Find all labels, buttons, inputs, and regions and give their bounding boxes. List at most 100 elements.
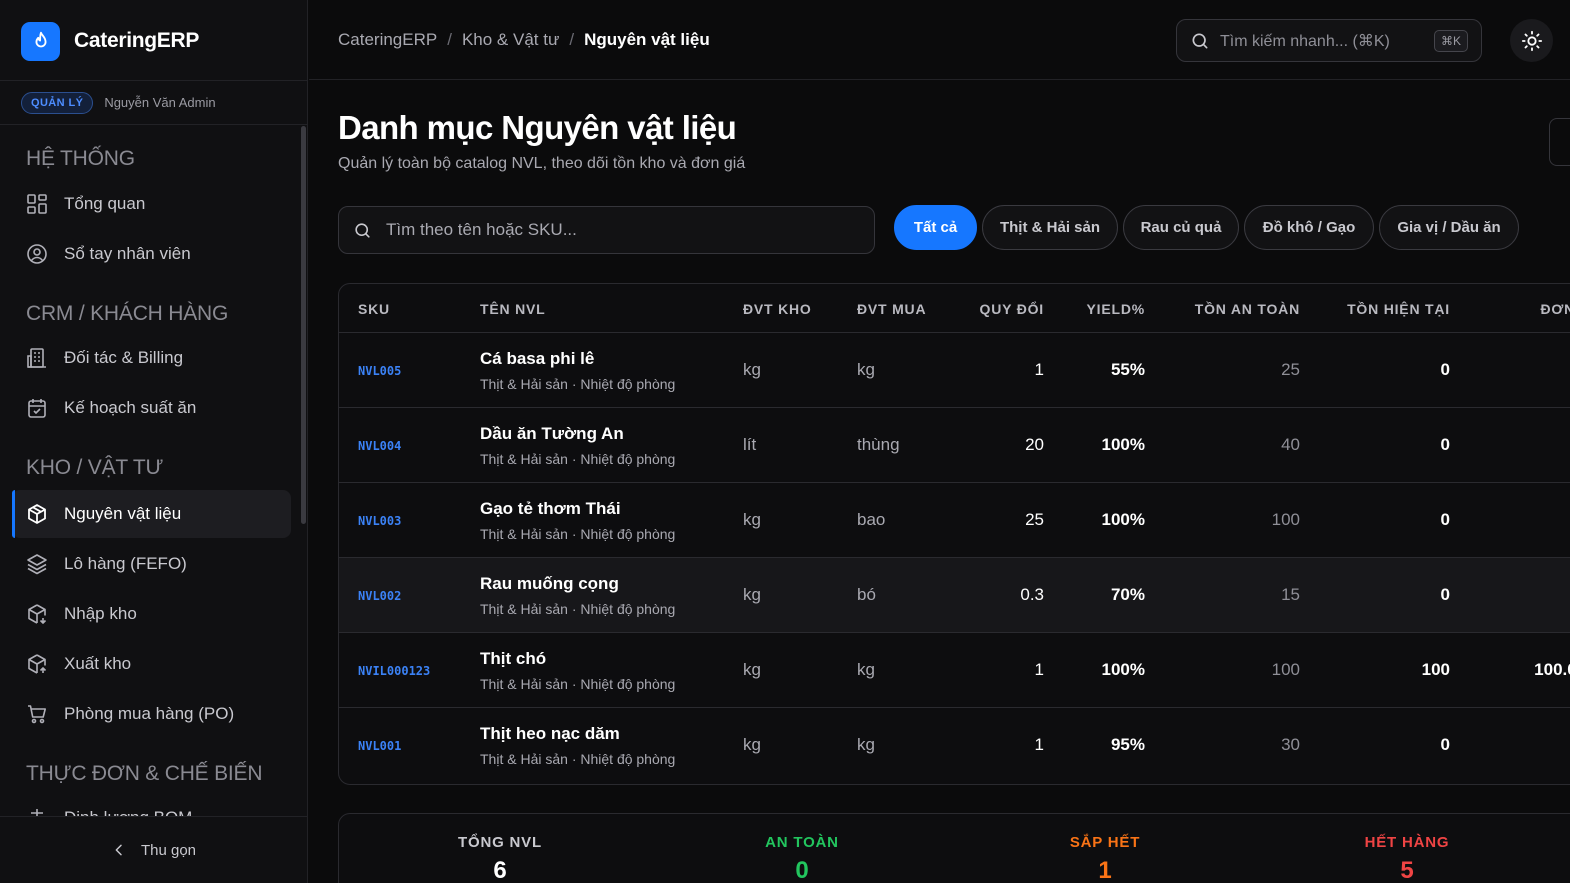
breadcrumb: CateringERP / Kho & Vật tư / Nguyên vật … [338,30,710,50]
unit-price: 100.000đ [1534,660,1570,679]
stat-value: 6 [493,857,507,883]
sidebar-item-ke-hoach[interactable]: Kế hoạch suất ăn [12,384,291,432]
stat-label: HẾT HÀNG [1364,834,1450,851]
breadcrumb-item[interactable]: CateringERP [338,30,437,50]
current-stock: 100 [1421,660,1450,679]
column-header[interactable]: TỒN AN TOÀN [1195,301,1300,317]
safety-stock: 100 [1271,510,1300,529]
sidebar-item-nguyen-vat-lieu[interactable]: Nguyên vật liệu [12,490,291,538]
sku-link[interactable]: NVL003 [358,514,401,528]
page-title: Danh mục Nguyên vật liệu [338,109,737,146]
material-name: Dầu ăn Tường An [480,424,624,443]
material-meta: Thịt & Hải sản · Nhiệt độ phòng [480,751,676,767]
column-header[interactable]: ĐVT MUA [857,301,926,317]
sidebar-item-label: Sổ tay nhân viên [64,244,191,263]
safety-stock: 25 [1281,360,1300,379]
table-row[interactable]: NVL004 Dầu ăn Tường An Thịt & Hải sản · … [339,408,1570,483]
material-search-input[interactable] [386,220,846,240]
section-he-thong: HỆ THỐNG [26,147,135,170]
current-stock: 0 [1440,510,1450,529]
package-in-icon [25,602,49,626]
unit-buy: bao [857,510,886,529]
sidebar-item-tong-quan[interactable]: Tổng quan [12,180,291,228]
column-header[interactable]: ĐVT KHO [743,301,812,317]
current-stock: 0 [1440,435,1450,454]
sidebar-item-so-tay[interactable]: Sổ tay nhân viên [12,230,291,278]
filter-do-kho-gao[interactable]: Đồ khô / Gạo [1244,205,1374,250]
material-name: Thịt heo nạc dăm [480,724,620,743]
collapse-label: Thu gọn [140,841,197,859]
role-badge: QUẢN LÝ [21,91,94,114]
column-header[interactable]: TÊN NVL [480,301,546,317]
scale-icon [25,806,49,816]
conversion: 25 [1025,510,1044,529]
sidebar-item-label: Nguyên vật liệu [64,504,182,523]
yield: 55% [1110,360,1145,379]
sidebar-scrollbar[interactable] [301,126,306,524]
filter-gia-vi-dau-an[interactable]: Gia vị / Dầu ăn [1379,205,1519,250]
shortcut-badge: ⌘K [1433,30,1468,52]
column-header[interactable]: SKU [358,301,390,317]
topbar: CateringERP / Kho & Vật tư / Nguyên vật … [309,0,1570,80]
sku-link[interactable]: NVIL000123 [358,664,430,678]
column-header[interactable]: ĐƠN GIÁ [1540,301,1570,317]
action-button[interactable] [1549,118,1570,166]
sidebar-item-nhap-kho[interactable]: Nhập kho [12,590,291,638]
grid-icon [25,192,49,216]
collapse-button[interactable]: Thu gọn [0,816,307,883]
unit-store: kg [743,510,761,529]
materials-table: SKU TÊN NVL ĐVT KHO ĐVT MUA QUY ĐỔI YIEL… [338,283,1570,785]
table-row[interactable]: NVL003 Gạo tẻ thơm Thái Thịt & Hải sản ·… [339,483,1570,558]
sidebar-item-mua-hang[interactable]: Phòng mua hàng (PO) [12,690,291,738]
section-thuc-don: THỰC ĐƠN & CHẾ BIẾN [26,762,263,785]
sidebar-item-label: Phòng mua hàng (PO) [64,704,235,723]
brand[interactable]: CateringERP [21,21,199,61]
unit-store: lít [743,435,757,454]
table-row[interactable]: NVL002 Rau muống cọng Thịt & Hải sản · N… [339,558,1570,633]
sidebar-item-bom[interactable]: Định lượng BOM [12,794,291,816]
sidebar-item-label: Đối tác & Billing [64,348,184,367]
sidebar-item-doi-tac[interactable]: Đối tác & Billing [12,334,291,382]
unit-buy: thùng [857,435,900,454]
material-meta: Thịt & Hải sản · Nhiệt độ phòng [480,601,676,617]
column-header[interactable]: YIELD% [1087,301,1145,317]
sku-link[interactable]: NVL005 [358,364,401,378]
unit-buy: bó [857,585,876,604]
table-row[interactable]: NVIL000123 Thịt chó Thịt & Hải sản · Nhi… [339,633,1570,708]
stat-label: SẮP HẾT [1069,834,1141,851]
filter-rau-cu-qua[interactable]: Rau củ quả [1123,205,1239,250]
stat-safe: AN TOÀN 0 [702,834,902,883]
material-name: Cá basa phi lê [480,349,595,368]
material-search[interactable] [338,206,875,254]
table-header: SKU TÊN NVL ĐVT KHO ĐVT MUA QUY ĐỔI YIEL… [339,284,1570,333]
stat-value: 1 [1098,857,1112,883]
unit-store: kg [743,660,761,679]
table-row[interactable]: NVL001 Thịt heo nạc dăm Thịt & Hải sản ·… [339,708,1570,783]
material-meta: Thịt & Hải sản · Nhiệt độ phòng [480,451,676,467]
quick-search[interactable]: Tìm kiếm nhanh... (⌘K) ⌘K [1176,19,1482,62]
breadcrumb-separator: / [447,30,452,49]
sidebar-item-lo-hang[interactable]: Lô hàng (FEFO) [12,540,291,588]
sidebar-item-xuat-kho[interactable]: Xuất kho [12,640,291,688]
column-header[interactable]: QUY ĐỔI [980,301,1044,317]
filter-tat-ca[interactable]: Tất cả [894,205,977,250]
package-out-icon [25,652,49,676]
sidebar: CateringERP QUẢN LÝ Nguyễn Văn Admin HỆ … [0,0,308,883]
table-row[interactable]: NVL005 Cá basa phi lê Thịt & Hải sản · N… [339,333,1570,408]
sidebar-item-label: Lô hàng (FEFO) [64,554,187,573]
theme-toggle-button[interactable] [1510,19,1553,62]
material-meta: Thịt & Hải sản · Nhiệt độ phòng [480,376,676,392]
material-name: Rau muống cọng [480,574,619,593]
safety-stock: 15 [1281,585,1300,604]
stat-label: TỔNG NVL [458,834,542,851]
column-header[interactable]: TỒN HIỆN TẠI [1347,301,1450,317]
sku-link[interactable]: NVL004 [358,439,401,453]
sku-link[interactable]: NVL002 [358,589,401,603]
breadcrumb-item[interactable]: Kho & Vật tư [462,30,559,50]
layers-icon [25,552,49,576]
filter-thit-hai-san[interactable]: Thịt & Hải sản [982,205,1118,250]
stat-total: TỔNG NVL 6 [400,834,600,883]
material-meta: Thịt & Hải sản · Nhiệt độ phòng [480,526,676,542]
material-name: Gạo tẻ thơm Thái [480,499,621,518]
sku-link[interactable]: NVL001 [358,739,401,753]
